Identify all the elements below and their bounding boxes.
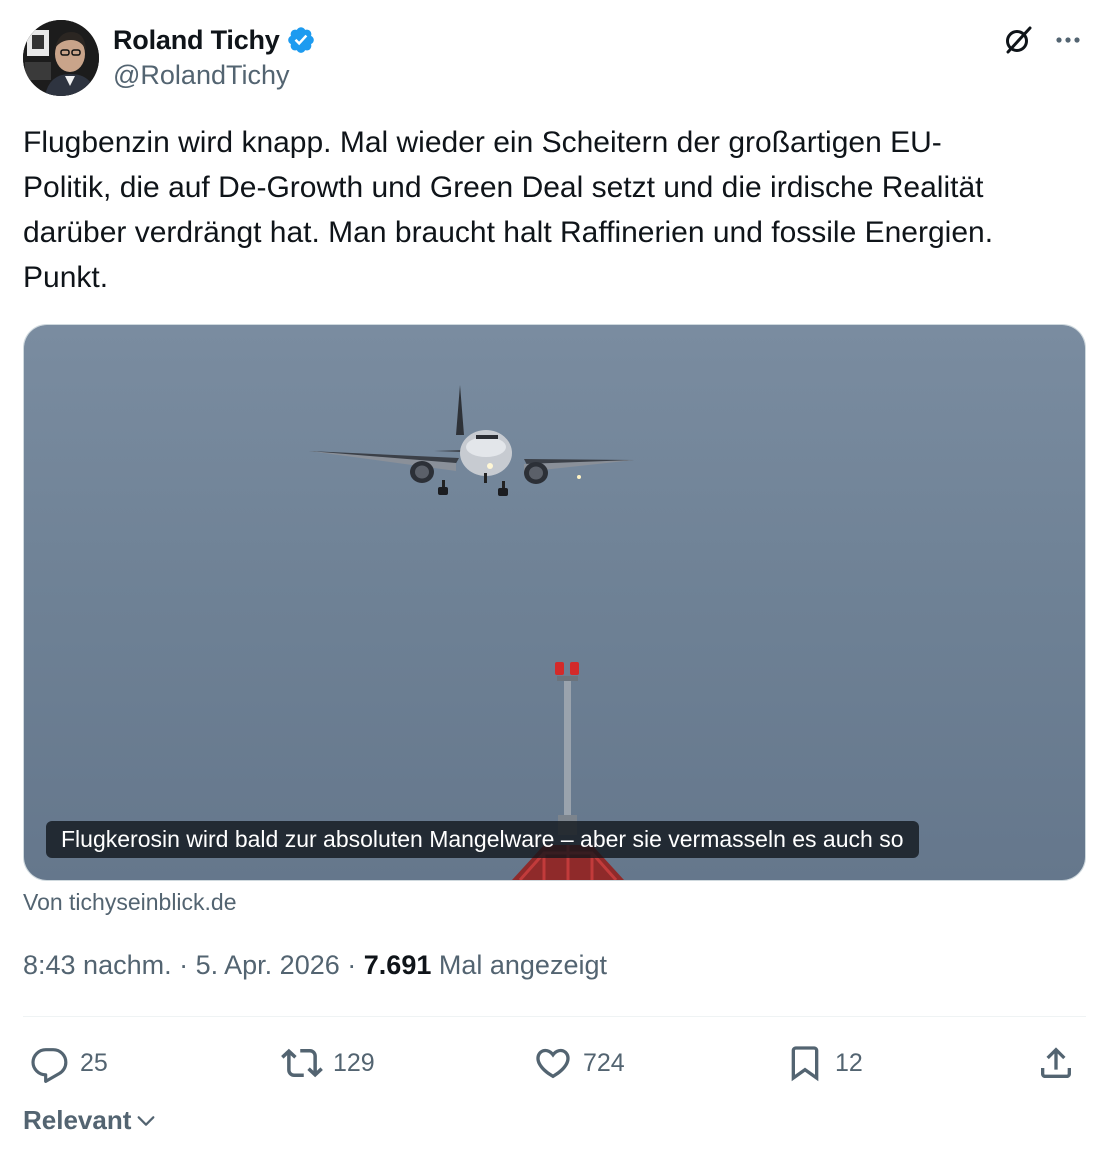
- avatar-image: [23, 20, 99, 96]
- repost-count: 129: [333, 1048, 375, 1077]
- tweet-text: Flugbenzin wird knapp. Mal wieder ein Sc…: [23, 126, 994, 294]
- heart-icon: [536, 1048, 570, 1079]
- author-handle[interactable]: @RolandTichy: [113, 60, 289, 91]
- like-button[interactable]: 724: [533, 1040, 625, 1086]
- meta-separator: ·: [179, 950, 189, 980]
- tweet-meta: 8:43 nachm. · 5. Apr. 2026 · 7.691 Mal a…: [23, 950, 607, 981]
- airplane-landing-photo: [24, 325, 1085, 880]
- author-name-row: Roland Tichy: [113, 22, 316, 58]
- more-options-icon[interactable]: [1050, 22, 1086, 58]
- views-label: Mal angezeigt: [438, 950, 607, 980]
- author-name[interactable]: Roland Tichy: [113, 25, 280, 56]
- tweet: Roland Tichy @RolandTichy Flugbenzin wir…: [0, 0, 1106, 1155]
- verified-badge-icon[interactable]: [286, 25, 316, 55]
- repost-icon: [281, 1048, 323, 1078]
- bookmark-button[interactable]: 12: [785, 1040, 863, 1086]
- sort-label: Relevant: [23, 1105, 132, 1135]
- divider: [23, 1016, 1086, 1017]
- tweet-date[interactable]: 5. Apr. 2026: [196, 950, 340, 980]
- reply-count: 25: [80, 1048, 108, 1077]
- repost-button[interactable]: 129: [281, 1040, 375, 1086]
- grok-icon[interactable]: [1000, 22, 1036, 58]
- share-button[interactable]: [1036, 1040, 1076, 1086]
- chevron-down-icon: [137, 1115, 155, 1126]
- meta-separator: ·: [347, 950, 357, 980]
- reply-button[interactable]: 25: [30, 1040, 108, 1086]
- tweet-time[interactable]: 8:43 nachm.: [23, 950, 172, 980]
- link-card[interactable]: Flugkerosin wird bald zur absoluten Mang…: [23, 324, 1086, 881]
- avatar[interactable]: [23, 20, 99, 96]
- sort-dropdown[interactable]: Relevant: [23, 1105, 157, 1136]
- card-source[interactable]: Von tichyseinblick.de: [23, 889, 237, 916]
- views-count[interactable]: 7.691: [364, 950, 432, 980]
- share-icon: [1041, 1047, 1071, 1078]
- bookmark-icon: [791, 1046, 819, 1082]
- bookmark-count: 12: [835, 1048, 863, 1077]
- like-count: 724: [583, 1048, 625, 1077]
- reply-icon: [31, 1048, 68, 1083]
- card-caption: Flugkerosin wird bald zur absoluten Mang…: [46, 821, 919, 858]
